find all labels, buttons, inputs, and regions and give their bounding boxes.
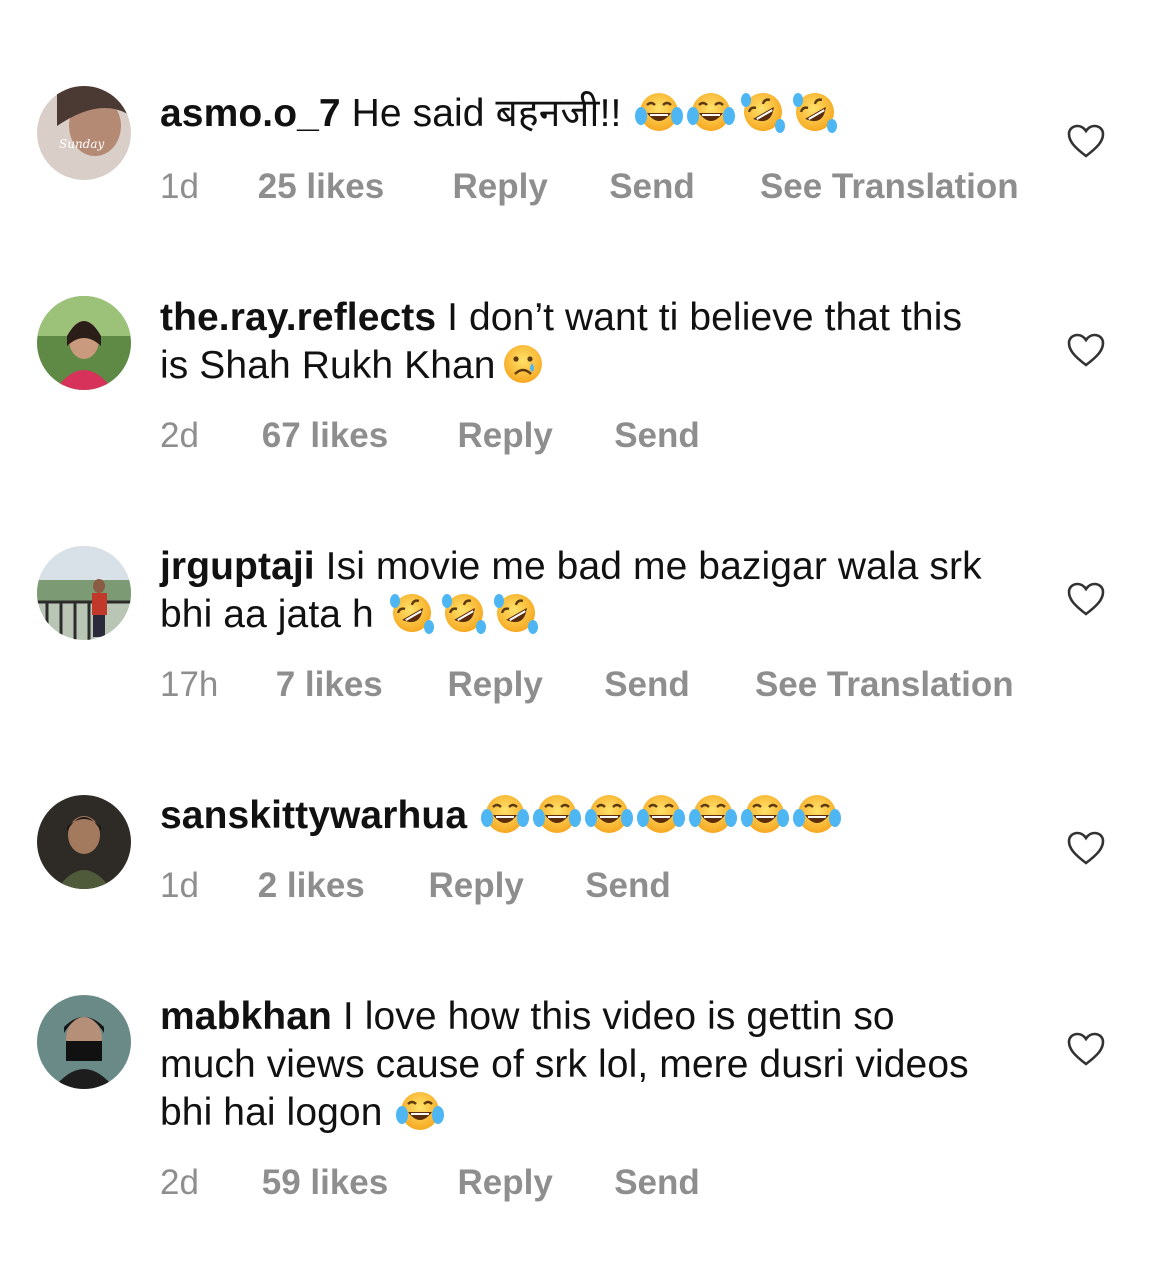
comment-time: 17h bbox=[160, 665, 219, 704]
joy-emoji-icon bbox=[532, 792, 582, 836]
likes-count[interactable]: 25 likes bbox=[258, 167, 443, 207]
joy-emoji-icon bbox=[688, 792, 738, 836]
comment-body: He said बहनजी!! bbox=[351, 92, 622, 135]
joy-emoji-icon bbox=[634, 90, 684, 134]
comment-username[interactable]: sanskittywarhua bbox=[160, 794, 467, 837]
reply-button[interactable]: Reply bbox=[452, 167, 599, 207]
comment-username[interactable]: mabkhan bbox=[160, 995, 332, 1038]
avatar[interactable] bbox=[37, 296, 131, 390]
heart-outline-icon[interactable] bbox=[1066, 830, 1106, 866]
avatar[interactable] bbox=[37, 795, 131, 889]
comment-username[interactable]: asmo.o_7 bbox=[160, 92, 341, 135]
svg-text:Sunday: Sunday bbox=[59, 137, 105, 151]
see-translation-button[interactable]: See Translation bbox=[760, 167, 1019, 207]
comment-username[interactable]: the.ray.reflects bbox=[160, 296, 436, 339]
comment-text: sanskittywarhua bbox=[160, 792, 990, 840]
joy-emoji-icon bbox=[792, 792, 842, 836]
joy-emoji-icon bbox=[636, 792, 686, 836]
comment-username[interactable]: jrguptaji bbox=[160, 545, 315, 588]
rofl-emoji-icon bbox=[387, 591, 437, 635]
reply-button[interactable]: Reply bbox=[457, 1163, 604, 1203]
joy-emoji-icon bbox=[480, 792, 530, 836]
send-button[interactable]: Send bbox=[614, 1163, 700, 1203]
likes-count[interactable]: 2 likes bbox=[258, 866, 419, 906]
joy-emoji-icon bbox=[584, 792, 634, 836]
reply-button[interactable]: Reply bbox=[447, 665, 594, 705]
comment-meta: 1d 2 likes Reply Send bbox=[160, 866, 671, 906]
heart-outline-icon[interactable] bbox=[1066, 581, 1106, 617]
heart-outline-icon[interactable] bbox=[1066, 1031, 1106, 1067]
comment-meta: 1d 25 likes Reply Send See Translation bbox=[160, 167, 1019, 207]
comment-text: asmo.o_7 He said बहनजी!! bbox=[160, 90, 990, 138]
comment-text: the.ray.reflects I don’t want ti believe… bbox=[160, 294, 990, 390]
joy-emoji-icon bbox=[395, 1089, 445, 1133]
reply-button[interactable]: Reply bbox=[428, 866, 575, 906]
send-button[interactable]: Send bbox=[609, 167, 750, 207]
send-button[interactable]: Send bbox=[585, 866, 671, 906]
rofl-emoji-icon bbox=[491, 591, 541, 635]
comment-text: jrguptaji Isi movie me bad me bazigar wa… bbox=[160, 543, 990, 639]
heart-outline-icon[interactable] bbox=[1066, 123, 1106, 159]
see-translation-button[interactable]: See Translation bbox=[755, 665, 1014, 705]
comment-text: mabkhan I love how this video is gettin … bbox=[160, 993, 990, 1137]
joy-emoji-icon bbox=[740, 792, 790, 836]
sad-tear-emoji-icon bbox=[498, 342, 548, 386]
rofl-emoji-icon bbox=[439, 591, 489, 635]
avatar[interactable] bbox=[37, 546, 131, 640]
send-button[interactable]: Send bbox=[614, 416, 700, 456]
comment-time: 2d bbox=[160, 416, 199, 455]
comment-time: 2d bbox=[160, 1163, 199, 1202]
avatar[interactable] bbox=[37, 995, 131, 1089]
likes-count[interactable]: 59 likes bbox=[262, 1163, 448, 1203]
joy-emoji-icon bbox=[686, 90, 736, 134]
heart-outline-icon[interactable] bbox=[1066, 332, 1106, 368]
comment-time: 1d bbox=[160, 866, 199, 905]
comment-meta: 2d 67 likes Reply Send bbox=[160, 416, 700, 456]
likes-count[interactable]: 7 likes bbox=[276, 665, 438, 705]
comment-meta: 2d 59 likes Reply Send bbox=[160, 1163, 700, 1203]
send-button[interactable]: Send bbox=[604, 665, 745, 705]
likes-count[interactable]: 67 likes bbox=[262, 416, 448, 456]
rofl-emoji-icon bbox=[790, 90, 840, 134]
rofl-emoji-icon bbox=[738, 90, 788, 134]
reply-button[interactable]: Reply bbox=[457, 416, 604, 456]
comment-meta: 17h 7 likes Reply Send See Translation bbox=[160, 665, 1014, 705]
avatar[interactable]: Sunday bbox=[37, 86, 131, 180]
comment-time: 1d bbox=[160, 167, 199, 206]
